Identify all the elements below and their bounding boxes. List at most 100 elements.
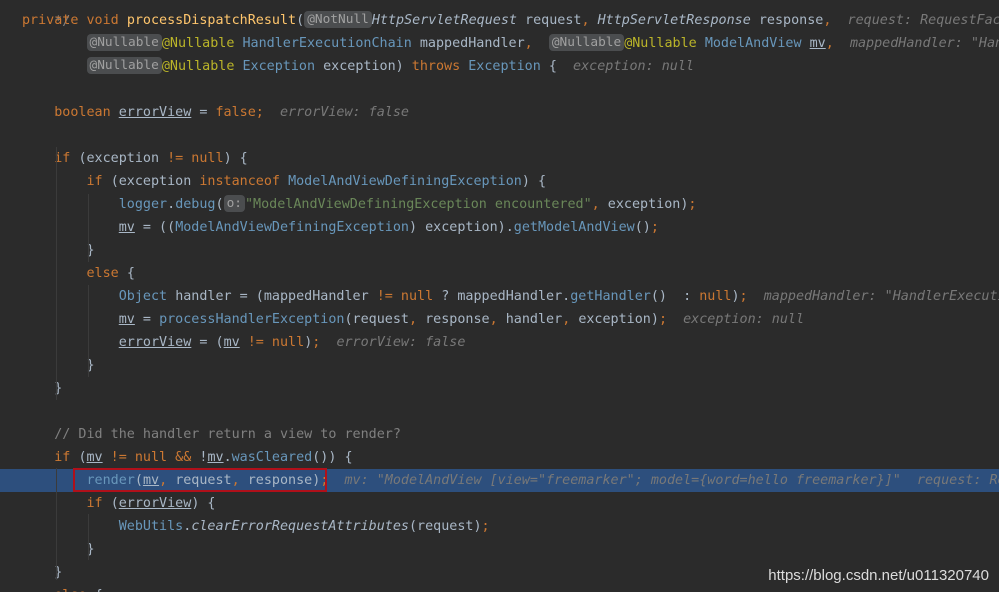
code-line-content: boolean errorView = false; errorView: fa…	[0, 105, 409, 120]
code-token: ModelAndView	[704, 36, 810, 51]
code-line[interactable]: if (exception instanceof ModelAndViewDef…	[0, 170, 999, 193]
code-token: request	[525, 13, 582, 28]
code-token: errorView	[118, 496, 192, 511]
code-token: (	[215, 197, 224, 212]
code-token: ModelAndViewDefiningException	[288, 174, 522, 189]
code-editor[interactable]: */ private void processDispatchResult(@N…	[0, 0, 999, 592]
code-line[interactable]: @Nullable @Nullable HandlerExecutionChain…	[0, 32, 999, 55]
code-line[interactable]: logger.debug(o: "ModelAndViewDefiningExce…	[0, 193, 999, 216]
code-line[interactable]: }	[0, 239, 999, 262]
code-line[interactable]: else {	[0, 584, 999, 592]
code-token: boolean	[54, 105, 119, 120]
code-line[interactable]	[0, 124, 999, 147]
code-token: Exception	[468, 59, 549, 74]
code-token: mappedHandler: "HandlerExecutionChain	[849, 36, 999, 51]
code-line[interactable]: if (errorView) {	[0, 492, 999, 515]
code-token: handler	[505, 312, 563, 327]
code-line[interactable]: mv = ((ModelAndViewDefiningException) ex…	[0, 216, 999, 239]
code-token: HandlerExecutionChain	[242, 36, 420, 51]
code-token: mv	[118, 312, 135, 327]
indent-guide	[88, 514, 89, 560]
code-token: if	[54, 450, 79, 465]
code-token: throws	[411, 59, 469, 74]
code-token: logger	[118, 197, 168, 212]
code-line[interactable]: @Nullable @Nullable Exception exception) …	[0, 55, 999, 78]
code-line[interactable]: boolean errorView = false; errorView: fa…	[0, 101, 999, 124]
code-line[interactable]	[0, 78, 999, 101]
code-line-content: WebUtils.clearErrorRequestAttributes(req…	[0, 519, 490, 534]
code-line-content: }	[0, 565, 62, 580]
code-line[interactable]: else {	[0, 262, 999, 285]
code-token: WebUtils	[118, 519, 184, 534]
code-token: (	[296, 13, 305, 28]
code-token: else	[54, 588, 94, 592]
code-line-content: else {	[0, 588, 102, 592]
code-token: null	[699, 289, 732, 304]
code-line[interactable]: }	[0, 354, 999, 377]
code-token: processHandlerException	[159, 312, 345, 327]
code-token: =	[191, 105, 216, 120]
code-token: ,	[591, 197, 608, 212]
code-line-content: if (exception instanceof ModelAndViewDef…	[0, 174, 547, 189]
code-token: else	[86, 266, 127, 281]
code-line-content: @Nullable @Nullable Exception exception) …	[0, 57, 694, 74]
indent-guide	[56, 468, 57, 580]
code-line[interactable]: if (exception != null) {	[0, 147, 999, 170]
code-line[interactable]: mv = processHandlerException(request, re…	[0, 308, 999, 331]
code-line-content: }	[0, 381, 62, 396]
code-token: void	[86, 13, 127, 28]
code-token: ) {	[521, 174, 547, 189]
code-line[interactable]: }	[0, 538, 999, 561]
code-token: processDispatchResult	[126, 13, 297, 28]
code-token: instanceof	[199, 174, 289, 189]
code-token: ? mappedHandler.	[441, 289, 571, 304]
code-token: ,	[581, 13, 598, 28]
code-token: private	[22, 13, 87, 28]
code-line[interactable]: if (mv != null && !mv.wasCleared()) {	[0, 446, 999, 469]
code-line-content: logger.debug(o: "ModelAndViewDefiningExce…	[0, 195, 697, 212]
code-token: // Did the handler return a view to rend…	[54, 427, 401, 442]
param-hint-badge: @Nullable	[86, 57, 162, 74]
code-line[interactable]	[0, 400, 999, 423]
code-token: if	[54, 151, 79, 166]
code-token: exception: null	[683, 312, 805, 327]
code-line[interactable]: }	[0, 377, 999, 400]
code-token: mv	[207, 450, 224, 465]
code-token: ;	[688, 197, 697, 212]
code-line[interactable]: Object handler = (mappedHandler != null …	[0, 285, 999, 308]
code-token: != null	[376, 289, 442, 304]
code-token: ;	[658, 312, 684, 327]
code-line[interactable]: // Did the handler return a view to rend…	[0, 423, 999, 446]
code-token: exception)	[607, 197, 689, 212]
code-token: mv	[223, 335, 240, 350]
code-line-content: if (errorView) {	[0, 496, 216, 511]
code-token: (exception	[110, 174, 200, 189]
code-line[interactable]: WebUtils.clearErrorRequestAttributes(req…	[0, 515, 999, 538]
code-token: wasCleared	[231, 450, 313, 465]
code-token: ,	[489, 312, 506, 327]
code-line[interactable]: errorView = (mv != null); errorView: fal…	[0, 331, 999, 354]
code-token: if	[86, 496, 111, 511]
code-line-content: errorView = (mv != null); errorView: fal…	[0, 335, 466, 350]
code-token: ;	[739, 289, 764, 304]
code-token: Exception	[242, 59, 324, 74]
code-line-content: mv = ((ModelAndViewDefiningException) ex…	[0, 220, 659, 235]
code-token: =	[134, 312, 160, 327]
code-token: (	[78, 450, 87, 465]
code-line[interactable]: private void processDispatchResult(@NotN…	[0, 9, 999, 32]
indent-guide	[88, 194, 89, 262]
